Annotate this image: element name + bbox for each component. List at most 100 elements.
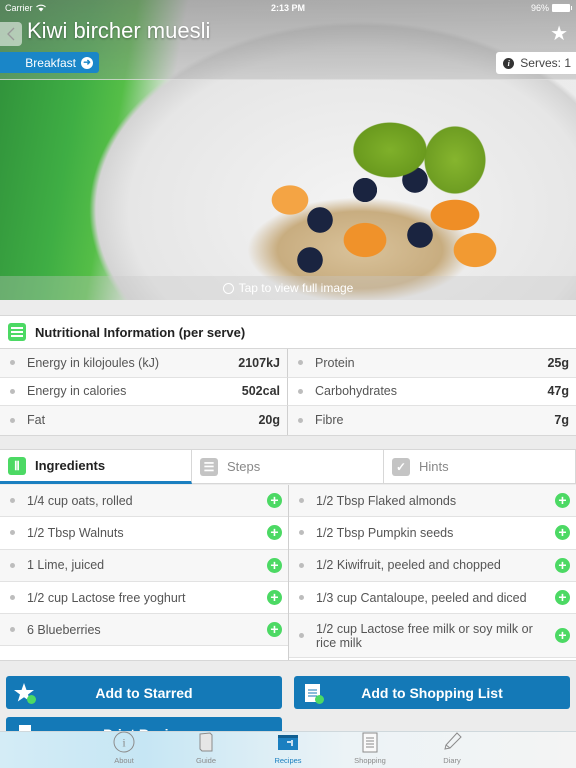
tabbar-recipes[interactable]: Recipes (247, 732, 329, 768)
ingredient-item: 1/2 Kiwifruit, peeled and chopped + (289, 549, 576, 582)
nutrition-value: 25g (547, 355, 569, 370)
add-ingredient-button[interactable]: + (555, 525, 570, 541)
bullet-icon (10, 360, 15, 366)
tabbar-diary[interactable]: Diary (411, 732, 493, 768)
tabbar-label: Guide (195, 756, 216, 765)
tabbar-guide[interactable]: Guide (165, 732, 247, 768)
ingredient-item: 6 Blueberries + (0, 614, 288, 647)
ingredient-text: 1/3 cup Cantaloupe, peeled and diced (316, 590, 527, 605)
nutrition-label: Energy in kilojoules (kJ) (27, 355, 159, 370)
image-icon (222, 282, 234, 294)
add-to-starred-label: Add to Starred (95, 684, 193, 701)
add-to-shopping-list-button[interactable]: Add to Shopping List (294, 676, 570, 709)
ingredient-text: 1/2 cup Lactose free yoghurt (27, 590, 186, 605)
tab-label: Steps (227, 459, 261, 474)
nutrition-row: Energy in calories 502cal (0, 377, 288, 406)
bullet-icon (10, 417, 15, 423)
add-ingredient-button[interactable]: + (267, 590, 282, 606)
svg-text:i: i (122, 736, 126, 750)
list-icon: ☰ (200, 457, 218, 476)
add-ingredient-button[interactable]: + (555, 590, 570, 606)
tab-steps[interactable]: ☰ Steps (192, 450, 384, 484)
category-label: Breakfast (25, 55, 76, 70)
nutrition-value: 47g (547, 384, 569, 399)
ingredient-text: 6 Blueberries (27, 622, 101, 637)
nutrition-label: Energy in calories (27, 384, 127, 399)
ingredient-item: 1/3 cup Cantaloupe, peeled and diced + (289, 582, 576, 615)
bullet-icon (10, 627, 15, 633)
tabbar-about[interactable]: i About (83, 731, 165, 768)
add-ingredient-button[interactable]: + (267, 557, 282, 573)
list-icon (8, 323, 26, 341)
back-button[interactable] (0, 22, 22, 46)
tab-label: Hints (419, 459, 449, 474)
ingredient-item: 1/2 Tbsp Flaked almonds + (289, 485, 576, 518)
view-full-image-button[interactable]: Tap to view full image (0, 276, 576, 300)
chevron-left-icon (7, 27, 15, 41)
battery-icon (552, 4, 572, 12)
ingredient-text: 1/2 Tbsp Flaked almonds (316, 493, 457, 508)
bullet-icon (10, 595, 15, 601)
nutrition-value: 502cal (241, 384, 280, 399)
nutrition-row: Fat 20g (0, 406, 288, 435)
add-ingredient-button[interactable]: + (555, 628, 570, 644)
tab-hints[interactable]: ✓ Hints (384, 450, 576, 484)
tabbar-label: Diary (443, 756, 461, 765)
nutrition-row: Energy in kilojoules (kJ) 2107kJ (0, 349, 288, 378)
add-ingredient-button[interactable]: + (267, 622, 282, 638)
bullet-icon (298, 417, 303, 423)
ingredients-list: 1/4 cup oats, rolled + 1/2 Tbsp Walnuts + … (0, 485, 576, 662)
bullet-icon (299, 530, 304, 536)
add-to-starred-button[interactable]: Add to Starred (6, 676, 282, 709)
pencil-icon (441, 731, 463, 753)
ingredient-text: 1 Lime, juiced (27, 558, 105, 573)
add-ingredient-button[interactable]: + (555, 557, 570, 573)
tabbar-label: About (114, 756, 134, 765)
star-icon[interactable]: ★ (550, 21, 568, 46)
arrow-right-icon: ➜ (81, 56, 93, 69)
bullet-icon (299, 595, 304, 601)
bullet-icon (10, 530, 15, 536)
recipe-tabs: Ⅱ Ingredients ☰ Steps ✓ Hints (0, 449, 576, 484)
add-to-shopping-list-label: Add to Shopping List (361, 684, 503, 701)
cutlery-icon: Ⅱ (8, 456, 26, 475)
category-button[interactable]: Breakfast ➜ (0, 52, 99, 73)
nutrition-row: Protein 25g (288, 349, 576, 378)
ingredient-text: 1/2 Kiwifruit, peeled and chopped (316, 558, 501, 573)
tabbar-shopping[interactable]: Shopping (329, 732, 411, 768)
bullet-icon (10, 562, 15, 568)
add-ingredient-button[interactable]: + (267, 493, 282, 509)
nutrition-panel: Nutritional Information (per serve) Ener… (0, 315, 576, 436)
nutrition-header: Nutritional Information (per serve) (0, 316, 576, 349)
info-icon: i (503, 57, 515, 69)
recipe-hero-image[interactable]: Carrier 2:13 PM 96% Kiwi bircher muesli … (0, 0, 576, 300)
ingredient-text: 1/2 Tbsp Pumpkin seeds (316, 525, 454, 540)
tabbar-label: Shopping (354, 756, 386, 765)
serves-label: Serves: 1 (520, 56, 571, 70)
ingredient-item: 1/2 Tbsp Pumpkin seeds + (289, 517, 576, 550)
bullet-icon (299, 562, 304, 568)
ingredient-item: 1/2 cup Lactose free yoghurt + (0, 582, 288, 615)
view-full-image-label: Tap to view full image (238, 281, 354, 295)
star-add-icon (14, 682, 36, 704)
tab-ingredients[interactable]: Ⅱ Ingredients (0, 450, 192, 484)
recipe-title: Kiwi bircher muesli (27, 18, 211, 43)
ingredient-item: 1/2 cup Lactose free milk or soy milk or… (289, 614, 576, 659)
bottom-tab-bar: i About Guide Recipes Shopping Diary (0, 731, 576, 768)
bullet-icon (298, 388, 303, 394)
ingredient-text: 1/4 cup oats, rolled (27, 493, 133, 508)
add-ingredient-button[interactable]: + (555, 493, 570, 509)
nutrition-label: Fat (27, 413, 46, 428)
battery-indicator: 96% (531, 3, 572, 13)
notepad-icon (359, 731, 381, 753)
serves-badge[interactable]: i Serves: 1 (496, 52, 576, 74)
tab-label: Ingredients (35, 458, 106, 473)
book-icon (195, 731, 217, 753)
bullet-icon (299, 498, 304, 504)
nutrition-row: Carbohydrates 47g (288, 378, 576, 406)
ingredient-text: 1/2 cup Lactose free milk or soy milk or… (316, 621, 533, 650)
bullet-icon (10, 388, 15, 394)
nutrition-value: 7g (554, 413, 569, 428)
add-ingredient-button[interactable]: + (267, 525, 282, 541)
nutrition-value: 20g (258, 413, 280, 428)
